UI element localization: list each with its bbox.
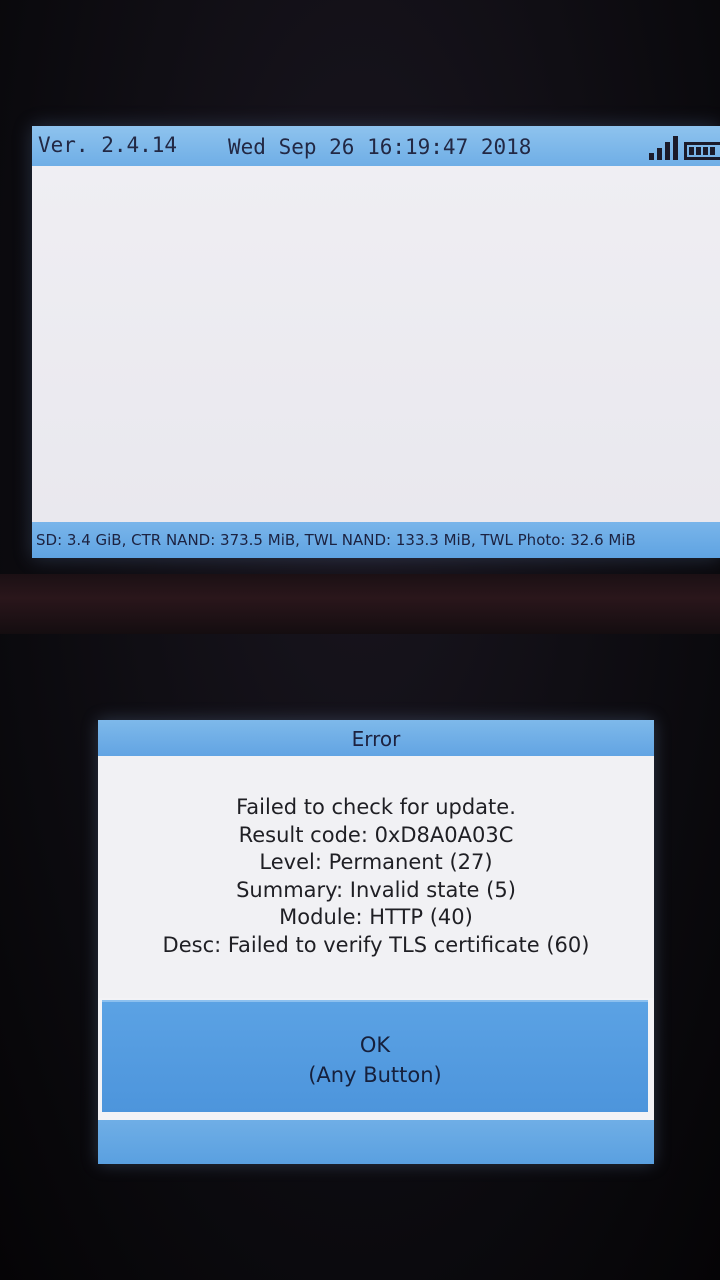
storage-info-bar: SD: 3.4 GiB, CTR NAND: 373.5 MiB, TWL NA… (32, 522, 720, 558)
error-line-module: Module: HTTP (40) (279, 905, 473, 929)
error-message: Failed to check for update. Result code:… (98, 794, 654, 959)
error-line-result-code: Result code: 0xD8A0A03C (238, 822, 514, 847)
bottom-bar (98, 1120, 654, 1164)
ok-button[interactable]: OK (Any Button) (102, 1000, 648, 1112)
error-line-summary: Summary: Invalid state (5) (236, 877, 516, 902)
device: Ver. 2.4.14 Wed Sep 26 16:19:47 2018 SD:… (0, 0, 720, 1280)
version-label: Ver. 2.4.14 (38, 133, 178, 157)
top-screen: Ver. 2.4.14 Wed Sep 26 16:19:47 2018 SD:… (32, 126, 720, 558)
error-line-desc: Desc: Failed to verify TLS certificate (… (162, 932, 590, 957)
error-line-level: Level: Permanent (27) (259, 850, 493, 874)
top-status-bar: Ver. 2.4.14 Wed Sep 26 16:19:47 2018 (32, 126, 720, 166)
error-line-message: Failed to check for update. (236, 795, 516, 819)
wifi-signal-icon (649, 134, 678, 160)
ok-button-hint: (Any Button) (308, 1063, 442, 1087)
battery-icon (684, 142, 720, 160)
bottom-screen: Error Failed to check for update. Result… (98, 720, 654, 1164)
device-hinge (0, 574, 720, 634)
error-dialog-body: Failed to check for update. Result code:… (98, 756, 654, 998)
dialog-title: Error (98, 720, 654, 756)
top-content-area (32, 166, 720, 522)
datetime-label: Wed Sep 26 16:19:47 2018 (228, 135, 532, 159)
status-icons (649, 134, 720, 160)
ok-button-label: OK (359, 1033, 391, 1057)
